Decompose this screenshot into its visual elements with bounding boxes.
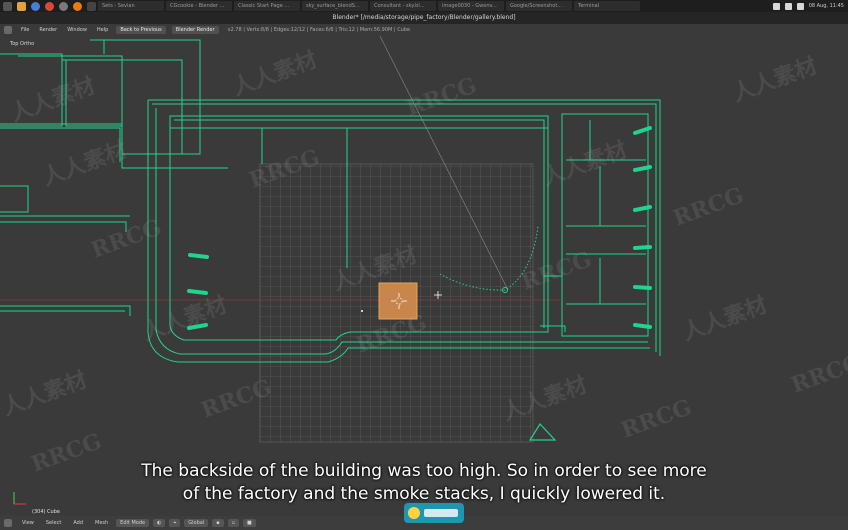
files-icon[interactable] bbox=[17, 1, 26, 11]
window-title: Blender* [/media/storage/pipe_factory/Bl… bbox=[0, 12, 848, 24]
menu-icon[interactable] bbox=[3, 1, 12, 11]
battery-icon[interactable] bbox=[796, 2, 804, 10]
taskbar-tab-8[interactable]: Terminal bbox=[574, 1, 640, 11]
back-to-previous-button[interactable]: Back to Previous bbox=[116, 26, 166, 34]
pivot-icon[interactable]: ⌖ bbox=[169, 519, 181, 527]
menu-view[interactable]: View bbox=[16, 520, 40, 526]
taskbar-tab-7[interactable]: Google/Screenshot... bbox=[506, 1, 572, 11]
network-icon[interactable] bbox=[772, 2, 780, 10]
menu-select[interactable]: Select bbox=[40, 520, 67, 526]
taskbar-tab-1[interactable]: Sets - Sevian bbox=[98, 1, 164, 11]
shading-icon[interactable]: ◐ bbox=[153, 519, 166, 527]
menu-add[interactable]: Add bbox=[67, 520, 89, 526]
taskbar-tab-5[interactable]: Consultant - sky.bl... bbox=[370, 1, 436, 11]
render-engine-select[interactable]: Blender Render bbox=[171, 26, 219, 34]
viewport-scene bbox=[0, 36, 661, 505]
vertex-point bbox=[361, 310, 363, 312]
menu-render[interactable]: Render bbox=[34, 27, 62, 33]
watermark-logo-icon bbox=[404, 503, 464, 523]
edge-select-icon[interactable]: ▫ bbox=[227, 519, 240, 527]
mode-select[interactable]: Edit Mode bbox=[116, 519, 150, 527]
view-label: Top Ortho bbox=[10, 41, 35, 47]
subtitle-line-1: The backside of the building was too hig… bbox=[141, 461, 707, 481]
orientation-select[interactable]: Global bbox=[184, 519, 209, 527]
editor-type-icon[interactable] bbox=[4, 519, 12, 527]
editor-type-icon[interactable] bbox=[4, 26, 12, 34]
taskbar-tab-2[interactable]: CGcookie - Blender ... bbox=[166, 1, 232, 11]
settings-icon[interactable] bbox=[59, 1, 68, 11]
taskbar-tab-4[interactable]: sky_surface_blendS... bbox=[302, 1, 368, 11]
face-select-icon[interactable]: ■ bbox=[243, 519, 256, 527]
system-tray: 08 Aug, 11:45 bbox=[772, 0, 844, 12]
selected-cube bbox=[378, 282, 418, 320]
menu-mesh[interactable]: Mesh bbox=[89, 520, 114, 526]
3d-viewport[interactable]: Top Ortho 人人素材 人人素材 RRCG 人人素材 人人素材 RRCG … bbox=[0, 36, 848, 516]
chrome-icon[interactable] bbox=[45, 1, 54, 11]
scene-stats: v2.78 | Verts:8/8 | Edges:12/12 | Faces:… bbox=[227, 27, 411, 33]
browser-icon[interactable] bbox=[31, 1, 40, 11]
active-object-label: (304) Cube bbox=[32, 509, 60, 515]
vertex-select-icon[interactable]: ▪ bbox=[212, 519, 224, 527]
wall-markers-left bbox=[187, 253, 209, 330]
blender-info-header: File Render Window Help Back to Previous… bbox=[0, 24, 848, 36]
taskbar-tab-6[interactable]: image0030 - Gwenv... bbox=[438, 1, 504, 11]
menu-file[interactable]: File bbox=[16, 27, 34, 33]
menu-window[interactable]: Window bbox=[62, 27, 92, 33]
terminal-icon[interactable] bbox=[87, 1, 96, 11]
menu-help[interactable]: Help bbox=[92, 27, 113, 33]
blender-icon[interactable] bbox=[73, 1, 82, 11]
taskbar-tab-3[interactable]: Classic Start Page ... bbox=[234, 1, 300, 11]
camera-object bbox=[528, 423, 557, 441]
system-taskbar: Sets - Sevian CGcookie - Blender ... Cla… bbox=[0, 0, 848, 12]
clock: 08 Aug, 11:45 bbox=[808, 3, 844, 9]
volume-icon[interactable] bbox=[784, 2, 792, 10]
